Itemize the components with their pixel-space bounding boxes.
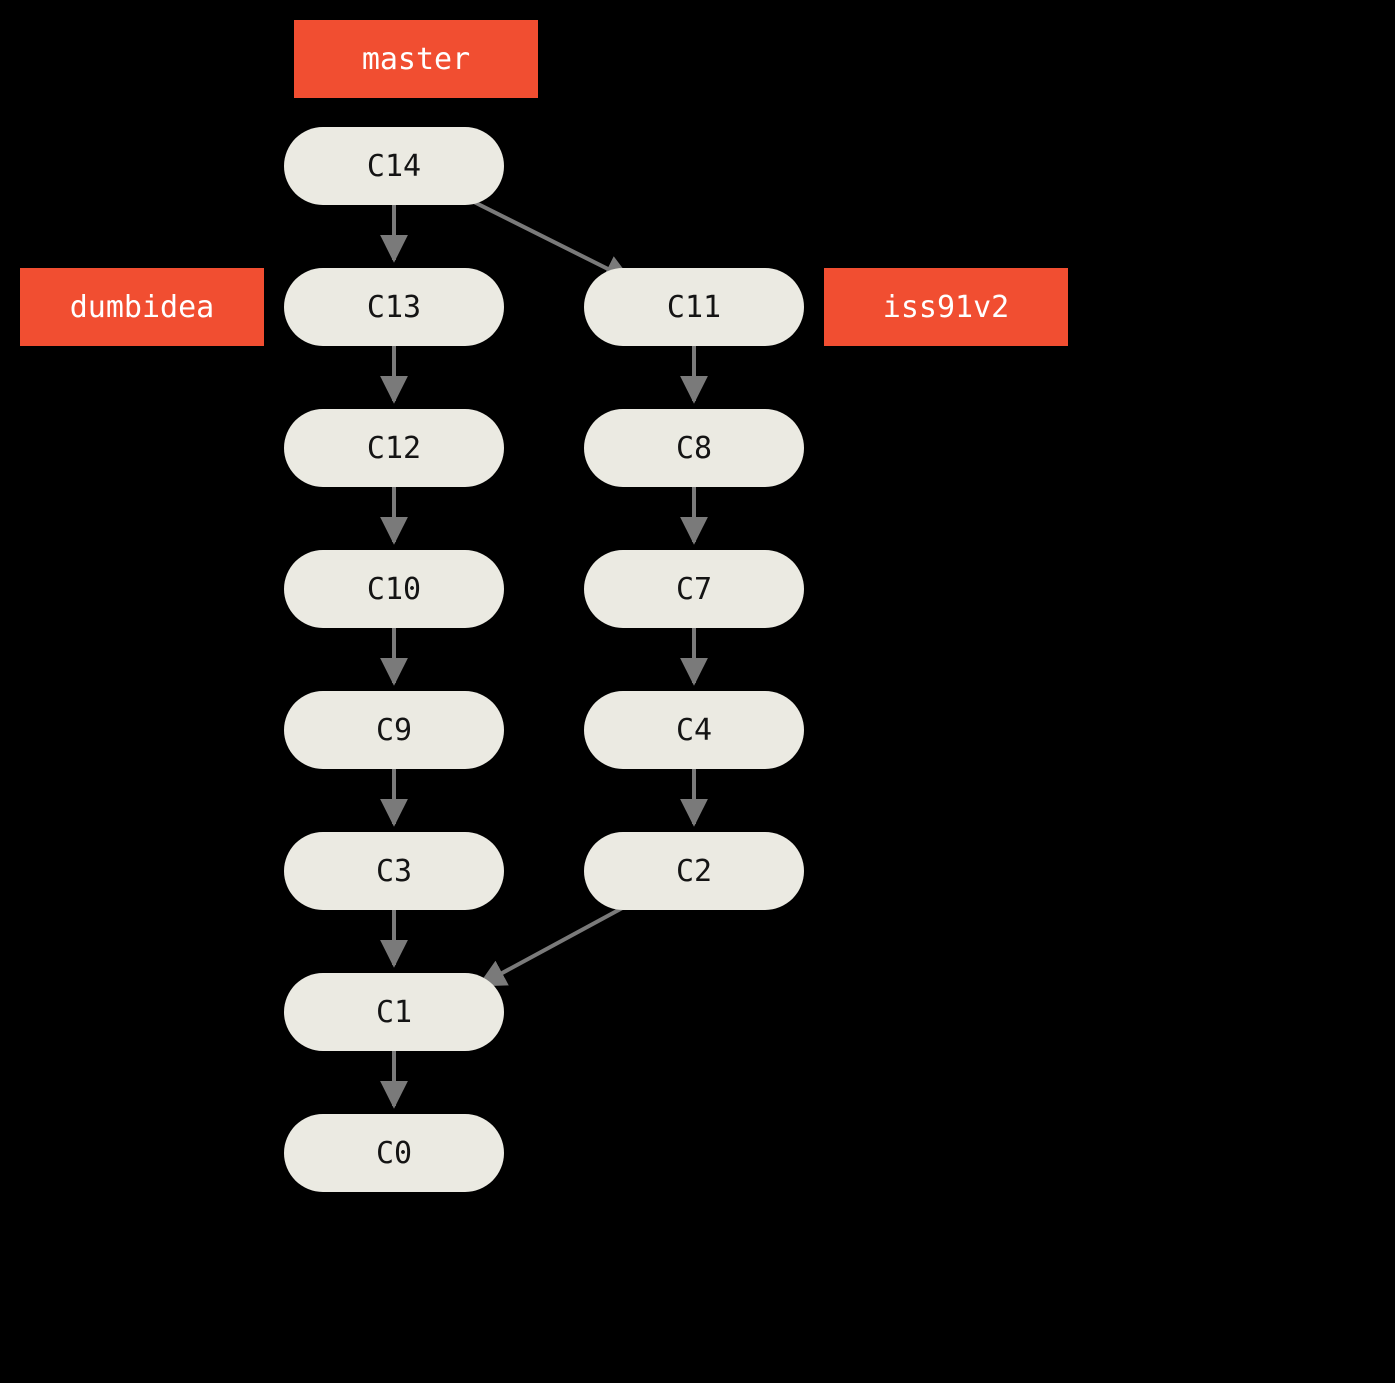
commit-c13: C13 — [284, 268, 504, 346]
commit-label: C8 — [676, 431, 712, 466]
commit-label: C9 — [376, 713, 412, 748]
commit-label: C10 — [367, 572, 421, 607]
branch-iss91v2: iss91v2 — [824, 268, 1068, 346]
commit-c12: C12 — [284, 409, 504, 487]
edge-c2-c1 — [480, 906, 626, 985]
branch-label: master — [362, 42, 470, 77]
commit-c0: C0 — [284, 1114, 504, 1192]
commit-c11: C11 — [584, 268, 804, 346]
branch-dumbidea: dumbidea — [20, 268, 264, 346]
commit-label: C7 — [676, 572, 712, 607]
branch-master: master — [294, 20, 538, 98]
commit-label: C1 — [376, 995, 412, 1030]
commit-c10: C10 — [284, 550, 504, 628]
edge-c14-c11 — [470, 200, 630, 280]
commit-label: C4 — [676, 713, 712, 748]
commit-c2: C2 — [584, 832, 804, 910]
commit-c8: C8 — [584, 409, 804, 487]
commit-label: C0 — [376, 1136, 412, 1171]
commit-label: C14 — [367, 149, 421, 184]
commit-c4: C4 — [584, 691, 804, 769]
commit-label: C11 — [667, 290, 721, 325]
git-graph-diagram: master dumbidea iss91v2 C14 C13 C12 C10 … — [0, 0, 1395, 1383]
commit-c1: C1 — [284, 973, 504, 1051]
commit-c7: C7 — [584, 550, 804, 628]
branch-label: iss91v2 — [883, 290, 1009, 325]
commit-c3: C3 — [284, 832, 504, 910]
commit-c14: C14 — [284, 127, 504, 205]
commit-c9: C9 — [284, 691, 504, 769]
commit-label: C2 — [676, 854, 712, 889]
branch-label: dumbidea — [70, 290, 215, 325]
commit-label: C13 — [367, 290, 421, 325]
commit-label: C3 — [376, 854, 412, 889]
commit-label: C12 — [367, 431, 421, 466]
